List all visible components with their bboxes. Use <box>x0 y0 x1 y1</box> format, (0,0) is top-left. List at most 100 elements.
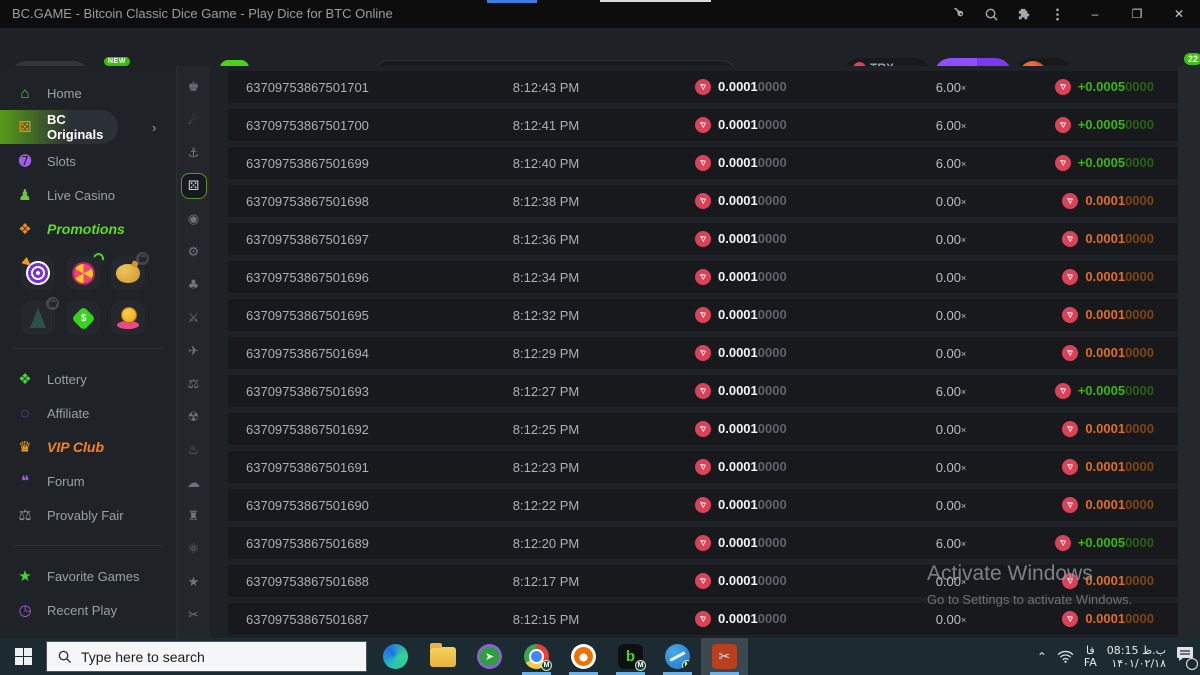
trx-coin-icon <box>695 79 711 95</box>
taskbar-app-blue-messenger[interactable]: M <box>654 638 701 675</box>
bet-id[interactable]: 63709753867501696 <box>246 270 451 285</box>
sidebar-item-affiliate[interactable]: ◌ Affiliate <box>0 396 176 430</box>
favorite-games-icon: ★ <box>18 568 32 585</box>
taskbar-search-input[interactable]: Type here to search <box>46 641 367 672</box>
taskbar-app-chrome[interactable]: M <box>513 638 560 675</box>
sidebar-item-favorite-games[interactable]: ★ Favorite Games <box>0 559 176 593</box>
bet-multiplier: 0.00× <box>935 497 967 513</box>
notification-center-icon[interactable] <box>1176 646 1198 670</box>
start-button[interactable] <box>0 638 46 675</box>
language-indicator[interactable]: فا FA <box>1083 644 1097 669</box>
zoom-icon[interactable] <box>975 0 1008 28</box>
extensions-puzzle-icon[interactable] <box>1008 0 1041 28</box>
bet-payout: 0.00010000 <box>1026 192 1154 210</box>
password-key-icon[interactable] <box>942 0 975 28</box>
rail-game-mines-icon[interactable]: ☄ <box>181 107 207 133</box>
rail-game-limbo-icon[interactable]: ✈ <box>181 338 207 364</box>
rail-game-balance-game-icon[interactable]: ⚖ <box>181 371 207 397</box>
language-bottom: FA <box>1083 655 1097 669</box>
bet-payout: 0.00010000 <box>1026 572 1154 590</box>
bet-id[interactable]: 63709753867501697 <box>246 232 451 247</box>
bet-history-row[interactable]: 63709753867501695 8:12:32 PM 0.00010000 … <box>210 296 1178 334</box>
sidebar-item-bc-originals[interactable]: ⚄ BC Originals › <box>0 110 156 144</box>
scrollbar-gutter[interactable] <box>1178 66 1200 638</box>
sidebar-item-slots[interactable]: ➐ Slots <box>0 144 176 178</box>
taskbar-app-edge[interactable] <box>372 638 419 675</box>
tab-strip-highlight <box>600 0 711 2</box>
sidebar-item-lottery[interactable]: ❖ Lottery <box>0 362 176 396</box>
bet-history-row[interactable]: 63709753867501689 8:12:20 PM 0.00010000 … <box>210 524 1178 562</box>
promo-tile-spin-wheel[interactable] <box>66 251 106 290</box>
bet-id[interactable]: 63709753867501691 <box>246 460 451 475</box>
promo-tile-rocket[interactable] <box>21 297 59 335</box>
rail-game-sky-icon[interactable]: ☁ <box>181 470 207 496</box>
minimize-button[interactable]: – <box>1074 0 1116 28</box>
sidebar-item-vip-club[interactable]: ♛ VIP Club <box>0 430 176 464</box>
rail-game-clubs-icon[interactable]: ♣ <box>181 272 207 298</box>
bet-id[interactable]: 63709753867501689 <box>246 536 451 551</box>
rail-game-swords-icon[interactable]: ⚔ <box>181 305 207 331</box>
wifi-icon[interactable] <box>1057 650 1074 663</box>
close-button[interactable]: ✕ <box>1158 0 1200 28</box>
bet-history-row[interactable]: 63709753867501691 8:12:23 PM 0.00010000 … <box>210 448 1178 486</box>
bet-history-row[interactable]: 63709753867501692 8:12:25 PM 0.00010000 … <box>210 410 1178 448</box>
promo-tile-quest[interactable] <box>21 256 55 290</box>
bet-id[interactable]: 63709753867501698 <box>246 194 451 209</box>
clock[interactable]: ب.ظ 08:15 ۱۴۰۱/۰۲/۱۸ <box>1107 644 1166 670</box>
rail-game-coinflip-icon[interactable]: ◉ <box>181 206 207 232</box>
rail-game-plinko-icon[interactable]: ⚓ <box>181 140 207 166</box>
bet-time: 8:12:43 PM <box>512 79 580 95</box>
bet-history-row[interactable]: 63709753867501688 8:12:17 PM 0.00010000 … <box>210 562 1178 600</box>
rail-game-gears-icon[interactable]: ⚙ <box>181 239 207 265</box>
sidebar-item-forum[interactable]: ❝ Forum <box>0 464 176 498</box>
bet-id[interactable]: 63709753867501688 <box>246 574 451 589</box>
bet-history-row[interactable]: 63709753867501696 8:12:34 PM 0.00010000 … <box>210 258 1178 296</box>
rail-game-star-icon[interactable]: ★ <box>181 569 207 595</box>
bet-id[interactable]: 63709753867501692 <box>246 422 451 437</box>
bet-time: 8:12:15 PM <box>512 611 580 627</box>
promo-tile-coins[interactable] <box>111 301 145 335</box>
bet-id[interactable]: 63709753867501687 <box>246 612 451 627</box>
sidebar-item-provably-fair[interactable]: ⚖ Provably Fair <box>0 498 176 532</box>
bet-history-row[interactable]: 63709753867501690 8:12:22 PM 0.00010000 … <box>210 486 1178 524</box>
promo-tile-deposit-bonus[interactable]: $ <box>66 301 100 335</box>
browser-title: BC.GAME - Bitcoin Classic Dice Game - Pl… <box>12 6 393 21</box>
bet-history-row[interactable]: 63709753867501699 8:12:40 PM 0.00010000 … <box>210 144 1178 182</box>
taskbar-app-bcgame-app[interactable]: bM <box>607 638 654 675</box>
bet-id[interactable]: 63709753867501693 <box>246 384 451 399</box>
sidebar-item-promotions[interactable]: ❖ Promotions <box>0 212 176 246</box>
bet-id[interactable]: 63709753867501699 <box>246 156 451 171</box>
sidebar-item-recent-play[interactable]: ◷ Recent Play <box>0 593 176 627</box>
rail-game-dice-icon[interactable]: ⚄ <box>180 173 207 199</box>
bet-id[interactable]: 63709753867501695 <box>246 308 451 323</box>
bet-multiplier: 0.00× <box>935 573 967 589</box>
rail-game-scissors-icon[interactable]: ✂ <box>181 602 207 628</box>
bet-history-row[interactable]: 63709753867501694 8:12:29 PM 0.00010000 … <box>210 334 1178 372</box>
promo-tile-piggy-bank[interactable] <box>111 252 149 290</box>
taskbar-app-openvpn[interactable] <box>560 638 607 675</box>
rail-game-crash-icon[interactable]: ♚ <box>181 74 207 100</box>
bet-id[interactable]: 63709753867501700 <box>246 118 451 133</box>
rail-game-hotgame-icon[interactable]: ♨ <box>181 437 207 463</box>
browser-menu-icon[interactable] <box>1041 0 1074 28</box>
bet-history-row[interactable]: 63709753867501701 8:12:43 PM 0.00010000 … <box>210 68 1178 106</box>
rail-game-reactor-icon[interactable]: ☢ <box>181 404 207 430</box>
restore-button[interactable]: ❐ <box>1116 0 1158 28</box>
rail-game-atom-icon[interactable]: ⚛ <box>181 536 207 562</box>
taskbar-app-snipping-tool[interactable]: ✂ <box>701 638 748 675</box>
bet-history-row[interactable]: 63709753867501693 8:12:27 PM 0.00010000 … <box>210 372 1178 410</box>
bet-history-row[interactable]: 63709753867501700 8:12:41 PM 0.00010000 … <box>210 106 1178 144</box>
sidebar-item-home[interactable]: ⌂ Home <box>0 76 176 110</box>
bet-history-row[interactable]: 63709753867501697 8:12:36 PM 0.00010000 … <box>210 220 1178 258</box>
rail-game-tower-icon[interactable]: ♜ <box>181 503 207 529</box>
bet-history-row[interactable]: 63709753867501687 8:12:15 PM 0.00010000 … <box>210 600 1178 638</box>
sidebar-item-live-casino[interactable]: ♟ Live Casino <box>0 178 176 212</box>
bet-id[interactable]: 63709753867501694 <box>246 346 451 361</box>
bet-multiplier: 0.00× <box>935 459 967 475</box>
taskbar-app-file-explorer[interactable] <box>419 638 466 675</box>
bet-history-row[interactable]: 63709753867501698 8:12:38 PM 0.00010000 … <box>210 182 1178 220</box>
bet-id[interactable]: 63709753867501701 <box>246 80 451 95</box>
bet-id[interactable]: 63709753867501690 <box>246 498 451 513</box>
taskbar-app-idm[interactable]: ➤ <box>466 638 513 675</box>
tray-expand-icon[interactable]: ⌃ <box>1037 650 1047 664</box>
